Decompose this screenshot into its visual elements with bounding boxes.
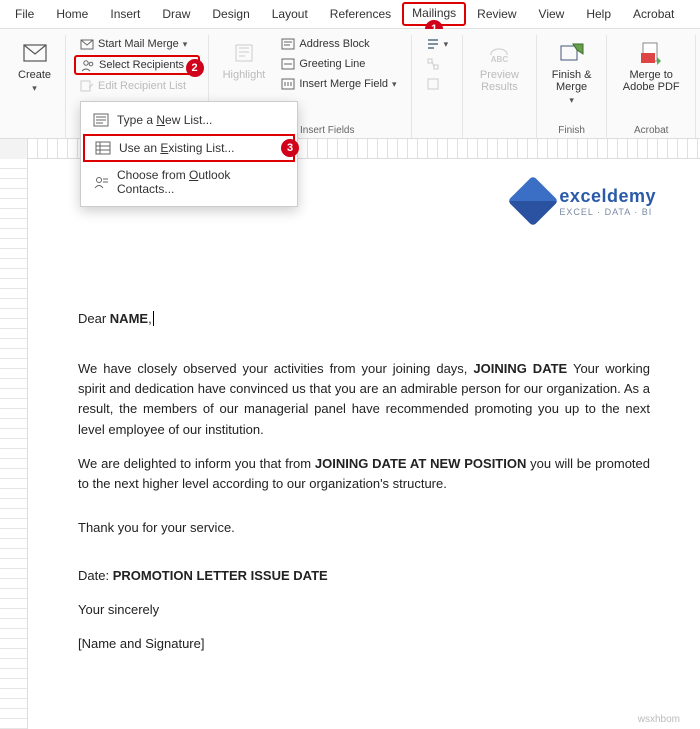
rules-icon [426, 37, 440, 51]
watermark-text: wsxhbom [638, 714, 680, 725]
create-button[interactable]: Create ▾ [12, 35, 57, 98]
thanks-line: Thank you for your service. [78, 518, 650, 538]
exceldemy-logo: exceldemy EXCEL · DATA · BI [515, 183, 656, 219]
paragraph-1: We have closely observed your activities… [78, 359, 650, 440]
menu-insert[interactable]: Insert [99, 2, 151, 26]
menu-help[interactable]: Help [575, 2, 622, 26]
menu-view[interactable]: View [528, 2, 576, 26]
existing-list-icon [95, 140, 111, 156]
document-body[interactable]: Dear NAME, We have closely observed your… [78, 309, 650, 655]
group-label-acrobat: Acrobat [634, 123, 668, 138]
rules-button[interactable]: ▾ [420, 35, 455, 53]
logo-subtitle: EXCEL · DATA · BI [559, 207, 656, 217]
closing-line: Your sincerely [78, 600, 650, 620]
dropdown-type-new-list[interactable]: Type a New List... [81, 106, 297, 134]
edit-recipient-list-button: Edit Recipient List [74, 77, 200, 95]
document-page[interactable]: exceldemy EXCEL · DATA · BI Dear NAME, W… [28, 159, 700, 729]
preview-results-button: ABC Preview Results [471, 35, 528, 97]
mail-merge-icon [80, 37, 94, 51]
logo-title: exceldemy [559, 186, 656, 207]
pdf-icon [637, 39, 665, 67]
ribbon-group-create: Create ▾ [4, 35, 66, 138]
chevron-down-icon: ▾ [569, 95, 574, 106]
merge-field-icon [281, 77, 295, 91]
menu-mailings[interactable]: Mailings 1 [402, 2, 466, 26]
signature-line: [Name and Signature] [78, 634, 650, 654]
menu-layout[interactable]: Layout [261, 2, 319, 26]
paragraph-2: We are delighted to inform you that from… [78, 454, 650, 494]
logo-cube-icon [508, 176, 559, 227]
start-mail-merge-button[interactable]: Start Mail Merge ▾ [74, 35, 200, 53]
callout-badge-2: 2 [186, 59, 204, 77]
update-labels-icon [426, 77, 440, 91]
chevron-down-icon: ▾ [444, 39, 449, 50]
greeting-line: Dear NAME, [78, 309, 650, 329]
highlight-icon [230, 39, 258, 67]
ribbon-group-finish: Finish & Merge ▾ Finish [537, 35, 608, 138]
chevron-down-icon: ▾ [392, 79, 397, 90]
envelope-icon [21, 39, 49, 67]
greeting-icon [281, 57, 295, 71]
ribbon: Create ▾ Start Mail Merge ▾ [0, 29, 700, 139]
dropdown-outlook-contacts[interactable]: Choose from Outlook Contacts... [81, 162, 297, 202]
chevron-down-icon: ▾ [183, 39, 188, 50]
vertical-ruler[interactable] [0, 159, 28, 729]
select-recipients-dropdown: Type a New List... Use an Existing List.… [80, 101, 298, 207]
select-recipients-button[interactable]: Select Recipients ▾ 2 [74, 55, 200, 75]
outlook-contacts-icon [93, 174, 109, 190]
match-fields-icon [426, 57, 440, 71]
finish-merge-button[interactable]: Finish & Merge ▾ [545, 35, 599, 110]
list-edit-icon [80, 79, 94, 93]
document-area: exceldemy EXCEL · DATA · BI Dear NAME, W… [0, 159, 700, 729]
abc-preview-icon: ABC [485, 39, 513, 67]
finish-merge-icon [558, 39, 586, 67]
match-fields-button [420, 55, 455, 73]
dropdown-use-existing-list[interactable]: Use an Existing List... 3 [83, 134, 295, 162]
chevron-down-icon: ▾ [32, 83, 37, 94]
address-block-icon [281, 37, 295, 51]
menu-acrobat[interactable]: Acrobat [622, 2, 685, 26]
merge-to-pdf-button[interactable]: Merge to Adobe PDF [615, 35, 687, 97]
menu-review[interactable]: Review [466, 2, 527, 26]
people-icon [81, 58, 95, 72]
date-line: Date: PROMOTION LETTER ISSUE DATE [78, 566, 650, 586]
greeting-line-button[interactable]: Greeting Line [275, 55, 402, 73]
new-list-icon [93, 112, 109, 128]
menu-design[interactable]: Design [201, 2, 260, 26]
ribbon-group-rules: ▾ [412, 35, 464, 138]
callout-badge-3: 3 [281, 139, 299, 157]
menu-draw[interactable]: Draw [151, 2, 201, 26]
group-label-finish: Finish [558, 123, 585, 138]
menu-file[interactable]: File [4, 2, 45, 26]
insert-merge-field-button[interactable]: Insert Merge Field ▾ [275, 75, 402, 93]
menu-home[interactable]: Home [45, 2, 99, 26]
ribbon-group-preview: ABC Preview Results [463, 35, 537, 138]
update-labels-button [420, 75, 455, 93]
ribbon-group-acrobat: Merge to Adobe PDF Acrobat [607, 35, 696, 138]
highlight-button: Highlight [217, 35, 272, 85]
menu-bar: File Home Insert Draw Design Layout Refe… [0, 0, 700, 29]
address-block-button[interactable]: Address Block [275, 35, 402, 53]
menu-references[interactable]: References [319, 2, 402, 26]
